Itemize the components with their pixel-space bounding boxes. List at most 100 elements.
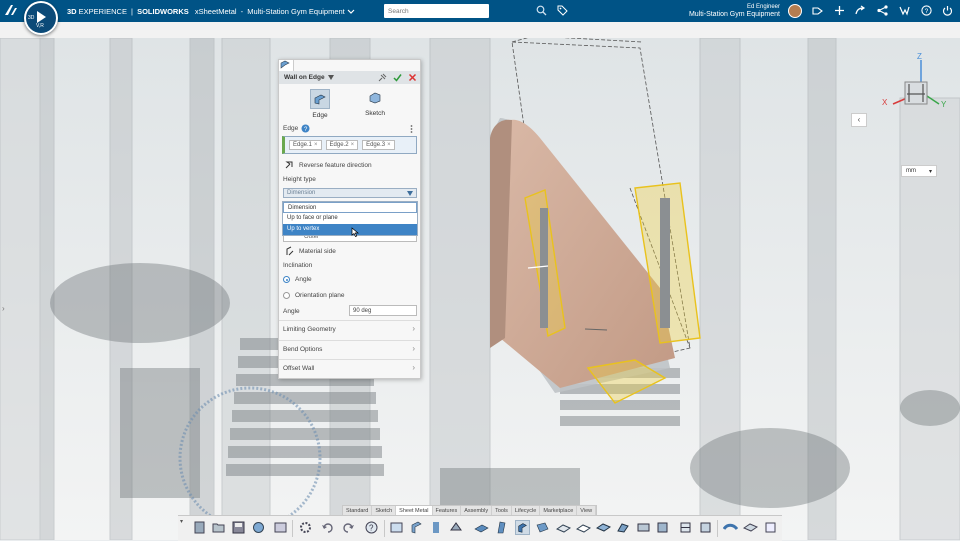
edge-wall-icon [314,94,326,105]
app-title[interactable]: 3D EXPERIENCE | SOLIDWORKS xSheetMetal - … [67,7,355,16]
section-bend-options[interactable]: Bend Options › [279,340,420,359]
remove-icon[interactable]: × [314,142,318,148]
chevron-down-icon[interactable] [327,75,334,80]
network-share-icon[interactable] [877,5,888,16]
hem-icon[interactable] [535,520,550,535]
brand-3d: 3D [67,7,77,16]
pin-icon[interactable] [378,73,387,82]
left-expand-chevron-icon[interactable]: › [2,304,5,313]
more-options-icon[interactable] [410,125,413,133]
material-side-icon[interactable] [285,246,295,256]
collapse-arrow-icon[interactable]: ▾ [180,518,183,525]
angle-input[interactable]: 90 deg [349,305,417,316]
box-icon[interactable] [763,520,778,535]
compass-badge: V,R [36,23,44,29]
sheet-icon[interactable] [429,520,444,535]
redo-icon[interactable] [341,520,356,535]
info-icon[interactable]: ? [301,124,310,133]
option-up-to-face-or-plane[interactable]: Up to face or plane [283,213,417,224]
blue-shape-icon[interactable] [723,520,738,535]
forward-share-icon[interactable] [855,5,866,16]
compass-button[interactable]: 3D V,R [24,1,58,35]
corner-icon[interactable] [556,520,571,535]
reverse-direction-icon[interactable] [284,160,294,170]
new-document-icon[interactable] [192,520,207,535]
help-icon[interactable]: ? [364,520,379,535]
table-icon[interactable] [389,520,404,535]
height-type-label: Height type [283,176,316,183]
ok-check-icon[interactable] [393,73,402,82]
mouse-cursor-icon [351,227,359,237]
edge-selection-box[interactable]: Edge.1 × Edge.2 × Edge.3 × [282,136,417,154]
unfold-icon[interactable] [596,520,611,535]
sketch-mode-button[interactable]: Sketch [360,89,390,117]
flat-pattern-icon[interactable] [678,520,693,535]
chevron-down-icon[interactable] [347,9,355,15]
cancel-x-icon[interactable] [408,73,417,82]
export-icon[interactable] [698,520,713,535]
remove-icon[interactable]: × [351,142,355,148]
section-label: Bend Options [283,346,323,353]
orientation-plane-label[interactable]: Orientation plane [295,292,345,299]
stamp-icon[interactable] [655,520,670,535]
play-icon [37,11,46,23]
reverse-direction-label[interactable]: Reverse feature direction [299,162,372,169]
bend-icon[interactable] [576,520,591,535]
edge-mode-button[interactable]: Edge [305,89,335,119]
user-block: Ed Engineer Multi-Station Gym Equipment [689,3,780,19]
flange-icon[interactable] [474,520,489,535]
gym-equipment-model[interactable] [0,38,960,540]
axis-y-label: Y [941,100,947,109]
unit-value: mm [906,168,916,174]
edge-chip-label: Edge.2 [329,142,349,148]
properties-icon[interactable] [273,520,288,535]
edge-chip[interactable]: Edge.1 × [289,140,322,150]
brand-app: SOLIDWORKS [137,7,189,16]
base-flange-icon[interactable] [409,520,424,535]
angle-radio[interactable] [283,276,290,283]
orientation-plane-radio[interactable] [283,292,290,299]
save-icon[interactable] [231,520,246,535]
wall-icon[interactable] [494,520,509,535]
power-icon[interactable] [942,5,953,16]
nav-collapse-chevron-icon[interactable]: ‹ [851,113,867,127]
help-icon[interactable]: ? [921,5,932,16]
cut-icon[interactable] [636,520,651,535]
sketch-mode-label: Sketch [365,110,385,117]
search-input[interactable] [384,4,489,18]
share-tag-icon[interactable] [812,5,823,16]
edge-chip-label: Edge.3 [366,142,386,148]
settings-icon[interactable] [298,520,313,535]
angle-option-label[interactable]: Angle [295,276,312,283]
feature-icon[interactable] [449,520,464,535]
section-offset-wall[interactable]: Offset Wall › [279,359,420,378]
apps-icon[interactable] [899,5,910,16]
open-icon[interactable] [211,520,226,535]
fold-icon[interactable] [616,520,631,535]
top-bar: 3D EXPERIENCE | SOLIDWORKS xSheetMetal - … [0,0,960,22]
chevron-right-icon: › [412,344,415,353]
layer-icon[interactable] [743,520,758,535]
height-type-select[interactable]: Dimension [283,188,417,198]
edge-chip[interactable]: Edge.3 × [362,140,395,150]
refresh-icon[interactable] [251,520,266,535]
view-cube-icon[interactable] [877,52,951,114]
edge-chip[interactable]: Edge.2 × [325,140,359,150]
option-dimension[interactable]: Dimension [283,202,417,213]
document-title: Multi-Station Gym Equipment [247,7,345,16]
action-bar: ▾ ? [178,515,782,541]
inclination-label: Inclination [283,262,313,269]
plus-icon[interactable] [834,5,845,16]
avatar[interactable] [789,5,801,17]
search-icon[interactable] [536,5,547,16]
unit-selector[interactable]: mm ▾ [901,165,937,177]
material-side-label[interactable]: Material side [299,248,336,255]
wall-on-edge-icon[interactable] [515,520,530,535]
undo-icon[interactable] [320,520,335,535]
option-up-to-vertex[interactable]: Up to vertex [283,224,417,235]
remove-icon[interactable]: × [387,142,391,148]
app-name: xSheetMetal [194,7,237,16]
section-limiting-geometry[interactable]: Limiting Geometry › [279,320,420,339]
3d-viewport[interactable]: › ‹ Z X Y mm ▾ [0,38,960,540]
tag-icon[interactable] [557,5,568,16]
